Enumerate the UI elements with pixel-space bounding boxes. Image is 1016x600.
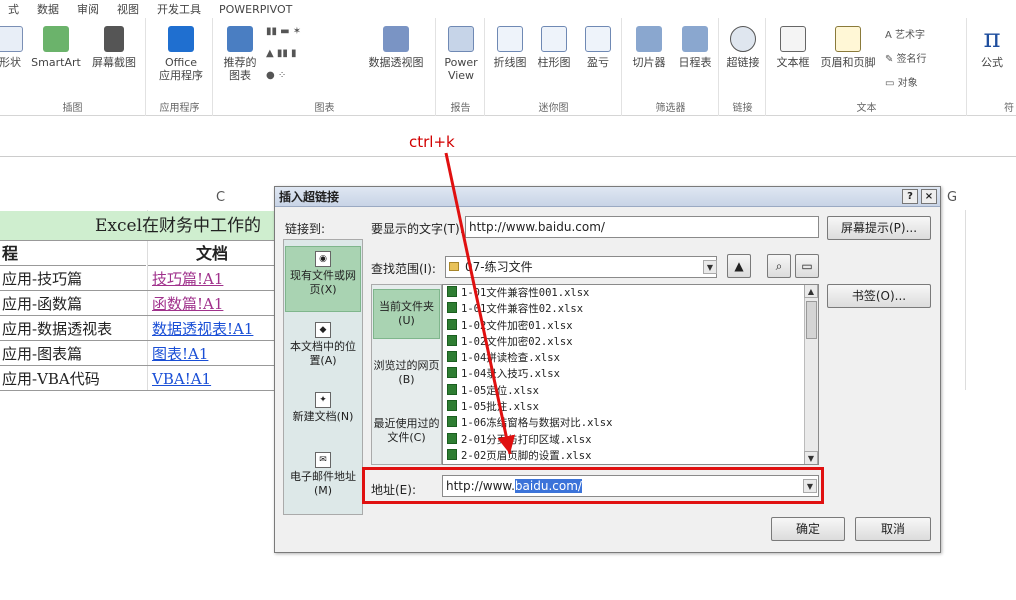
annotation-arrow bbox=[444, 152, 516, 455]
